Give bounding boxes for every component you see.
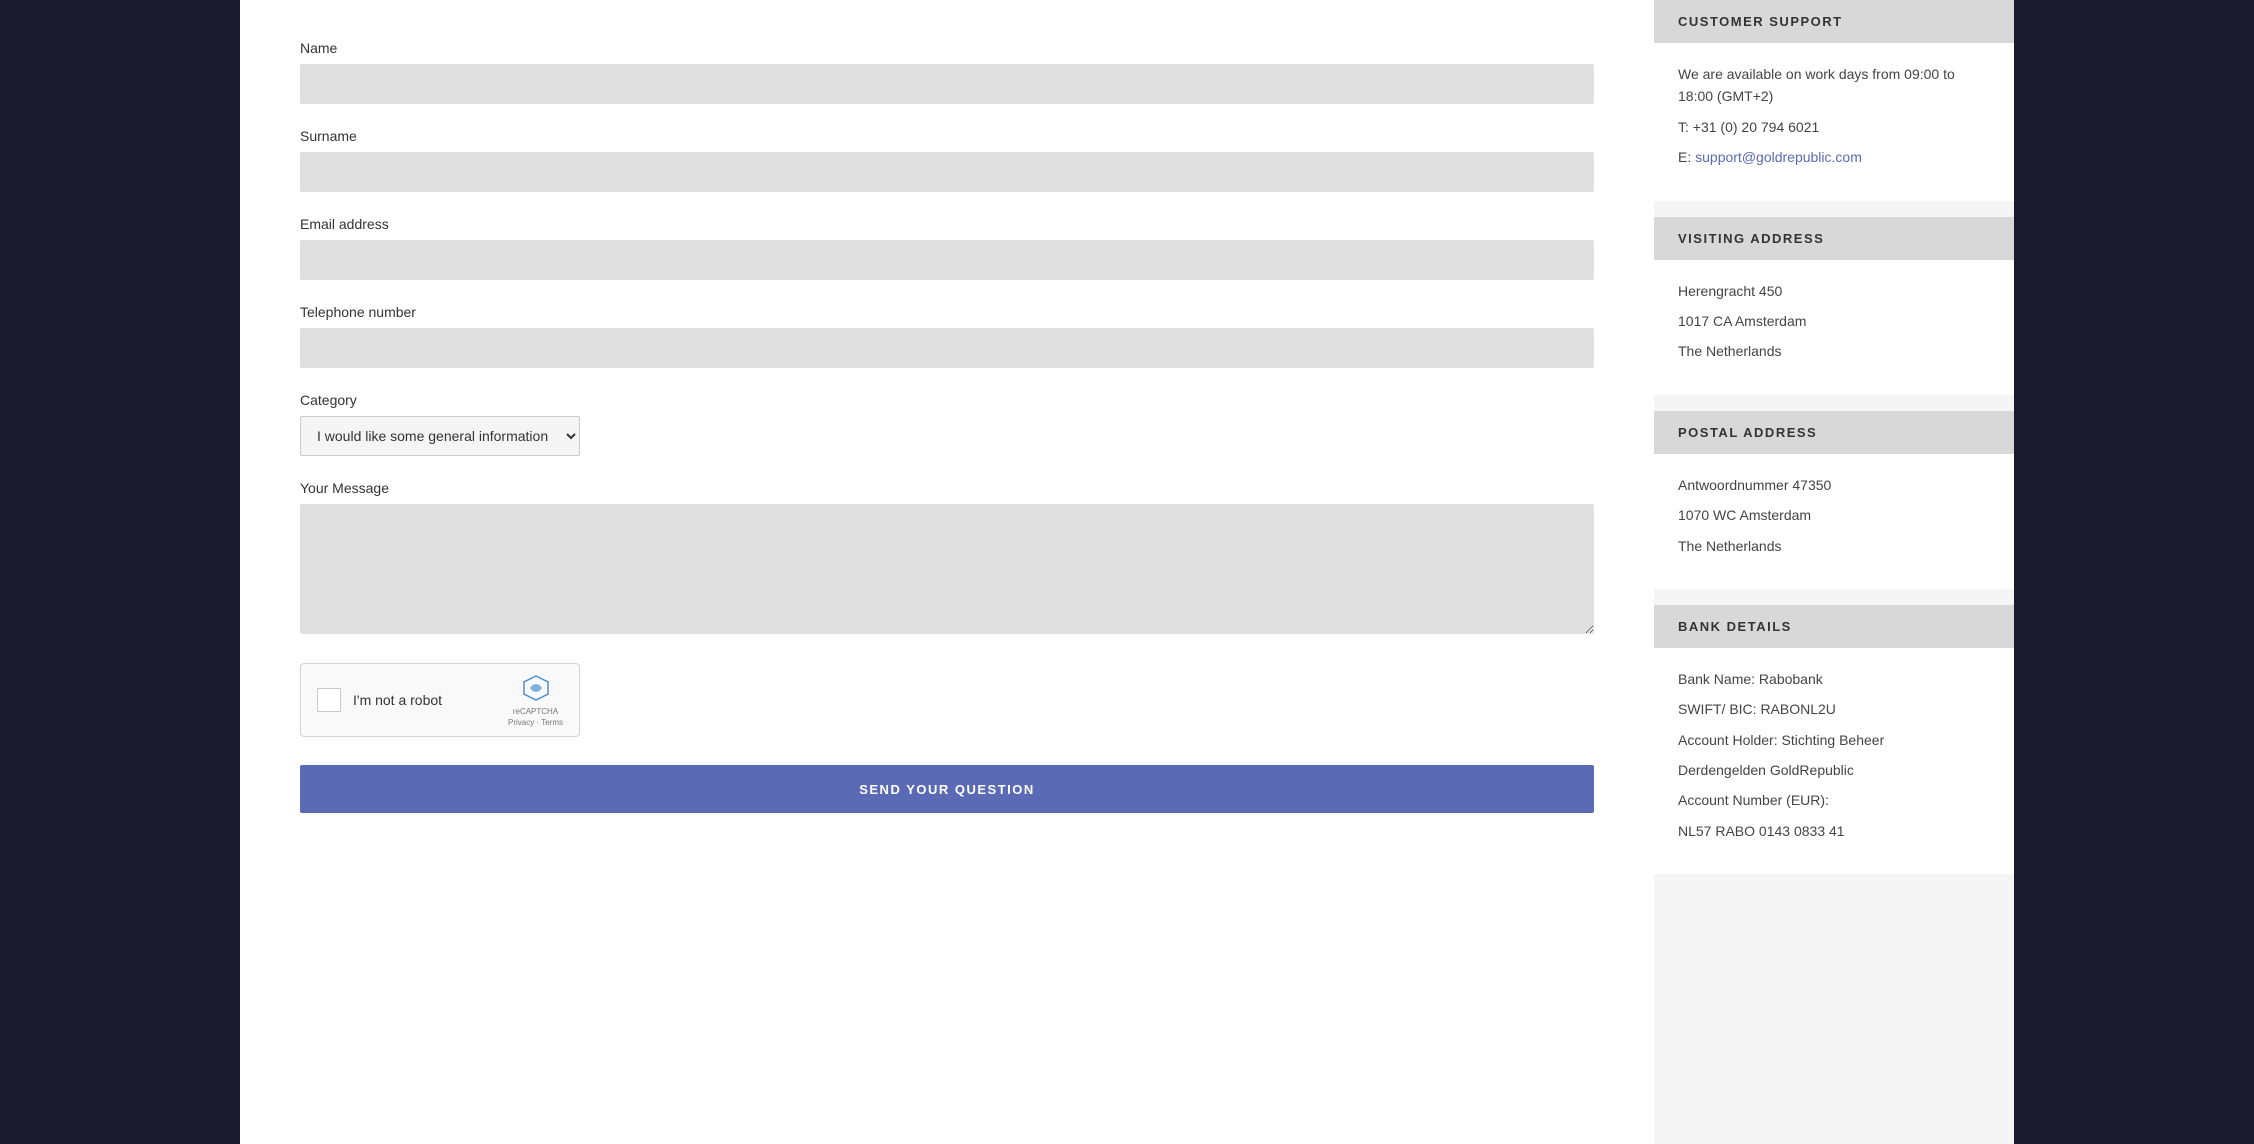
postal-line1: Antwoordnummer 47350 xyxy=(1678,474,1990,496)
email-input[interactable] xyxy=(300,240,1594,280)
email-text: E: support@goldrepublic.com xyxy=(1678,146,1990,168)
telephone-group: Telephone number xyxy=(300,304,1594,368)
captcha-logo: reCAPTCHA Privacy · Terms xyxy=(508,672,563,728)
telephone-input[interactable] xyxy=(300,328,1594,368)
phone-text: T: +31 (0) 20 794 6021 xyxy=(1678,116,1990,138)
telephone-label: Telephone number xyxy=(300,304,1594,320)
visiting-line1: Herengracht 450 xyxy=(1678,280,1990,302)
postal-address-section: POSTAL ADDRESS Antwoordnummer 47350 1070… xyxy=(1654,411,2014,589)
email-label: Email address xyxy=(300,216,1594,232)
category-select[interactable]: I would like some general information I … xyxy=(300,416,580,456)
postal-line2: 1070 WC Amsterdam xyxy=(1678,504,1990,526)
bank-line5: Account Number (EUR): xyxy=(1678,789,1990,811)
surname-group: Surname xyxy=(300,128,1594,192)
panel-spacer-3 xyxy=(1654,589,2014,605)
panel-spacer-1 xyxy=(1654,201,2014,217)
message-group: Your Message xyxy=(300,480,1594,639)
postal-line3: The Netherlands xyxy=(1678,535,1990,557)
bank-line3: Account Holder: Stichting Beheer xyxy=(1678,729,1990,751)
bank-details-section: BANK DETAILS Bank Name: Rabobank SWIFT/ … xyxy=(1654,605,2014,874)
availability-text: We are available on work days from 09:00… xyxy=(1678,63,1990,108)
name-input[interactable] xyxy=(300,64,1594,104)
visiting-address-body: Herengracht 450 1017 CA Amsterdam The Ne… xyxy=(1654,260,2014,395)
category-label: Category xyxy=(300,392,1594,408)
postal-address-header: POSTAL ADDRESS xyxy=(1654,411,2014,454)
captcha-checkbox[interactable] xyxy=(317,688,341,712)
name-group: Name xyxy=(300,40,1594,104)
visiting-line2: 1017 CA Amsterdam xyxy=(1678,310,1990,332)
message-textarea[interactable] xyxy=(300,504,1594,634)
bank-line1: Bank Name: Rabobank xyxy=(1678,668,1990,690)
dark-sidebar-left xyxy=(0,0,240,1144)
captcha-box[interactable]: I'm not a robot reCAPTCHA Privacy · Term… xyxy=(300,663,580,737)
right-panel: CUSTOMER SUPPORT We are available on wor… xyxy=(1654,0,2014,1144)
email-link[interactable]: support@goldrepublic.com xyxy=(1695,149,1862,165)
surname-label: Surname xyxy=(300,128,1594,144)
page-wrapper: Name Surname Email address Telephone num… xyxy=(0,0,2254,1144)
postal-address-body: Antwoordnummer 47350 1070 WC Amsterdam T… xyxy=(1654,454,2014,589)
email-group: Email address xyxy=(300,216,1594,280)
bank-details-header: BANK DETAILS xyxy=(1654,605,2014,648)
captcha-label: I'm not a robot xyxy=(353,692,496,708)
bank-details-body: Bank Name: Rabobank SWIFT/ BIC: RABONL2U… xyxy=(1654,648,2014,874)
customer-support-body: We are available on work days from 09:00… xyxy=(1654,43,2014,201)
customer-support-header: CUSTOMER SUPPORT xyxy=(1654,0,2014,43)
captcha-footer: reCAPTCHA Privacy · Terms xyxy=(508,706,563,728)
customer-support-section: CUSTOMER SUPPORT We are available on wor… xyxy=(1654,0,2014,201)
main-content: Name Surname Email address Telephone num… xyxy=(240,0,1654,1144)
submit-button[interactable]: SEND YOUR QUESTION xyxy=(300,765,1594,813)
panel-spacer-2 xyxy=(1654,395,2014,411)
message-label: Your Message xyxy=(300,480,1594,496)
visiting-line3: The Netherlands xyxy=(1678,340,1990,362)
bank-line6: NL57 RABO 0143 0833 41 xyxy=(1678,820,1990,842)
dark-sidebar-right xyxy=(2014,0,2254,1144)
bank-line4: Derdengelden GoldRepublic xyxy=(1678,759,1990,781)
visiting-address-header: VISITING ADDRESS xyxy=(1654,217,2014,260)
category-group: Category I would like some general infor… xyxy=(300,392,1594,456)
bank-line2: SWIFT/ BIC: RABONL2U xyxy=(1678,698,1990,720)
surname-input[interactable] xyxy=(300,152,1594,192)
name-label: Name xyxy=(300,40,1594,56)
visiting-address-section: VISITING ADDRESS Herengracht 450 1017 CA… xyxy=(1654,217,2014,395)
